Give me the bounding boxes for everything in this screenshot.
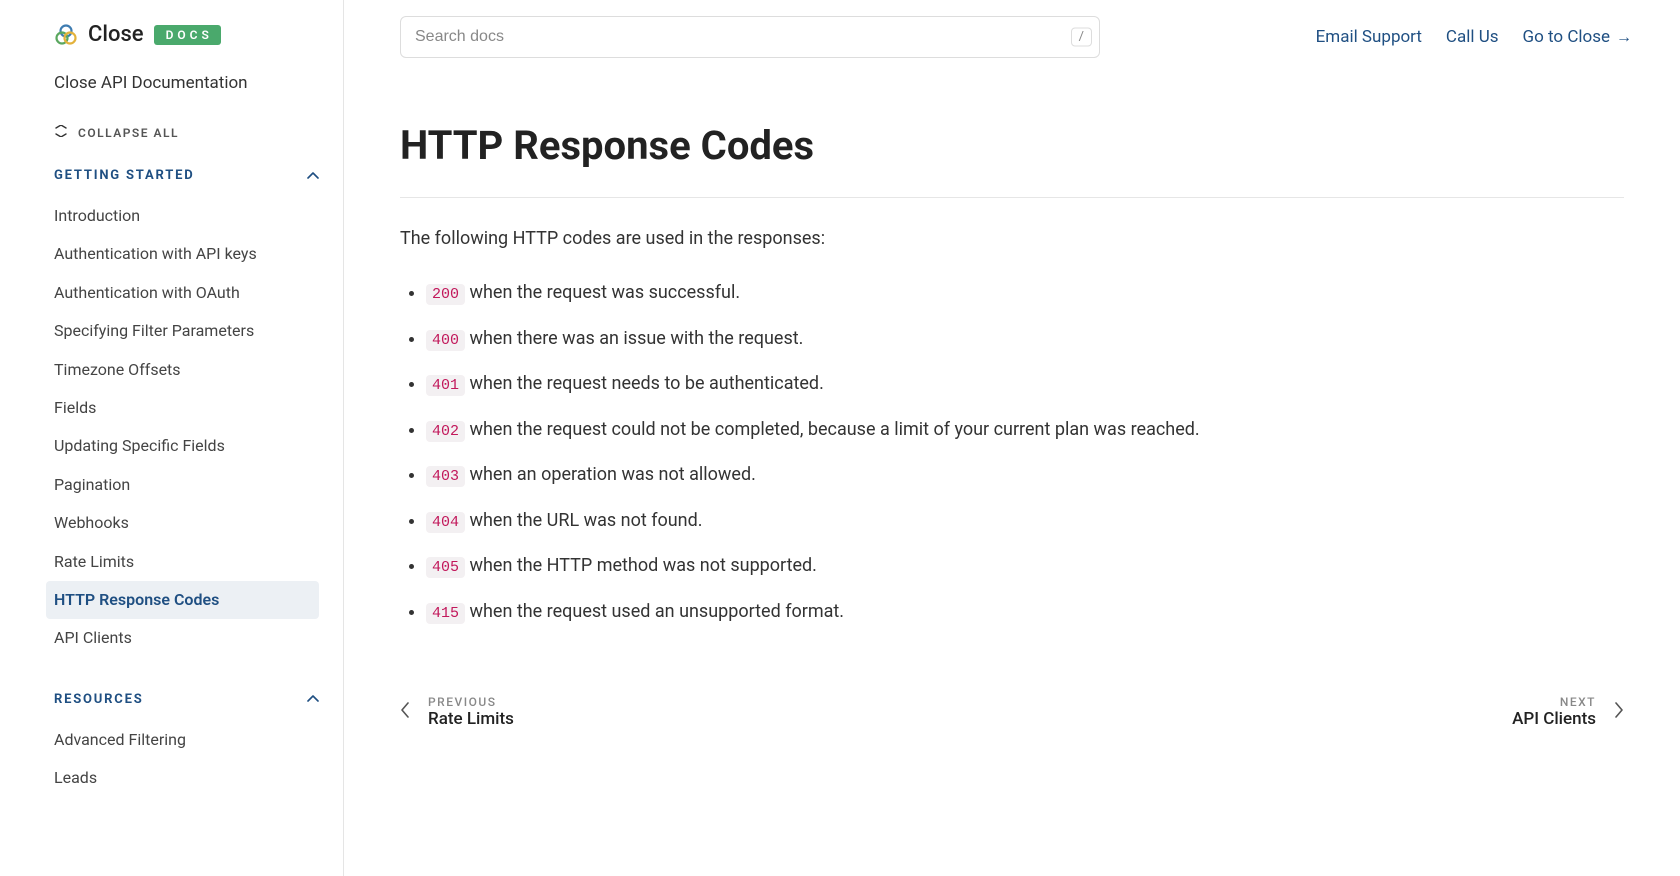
http-code: 200 — [426, 284, 465, 305]
http-code-desc: when the request could not be completed,… — [465, 419, 1200, 440]
http-code: 402 — [426, 421, 465, 442]
pager-prev[interactable]: PREVIOUS Rate Limits — [400, 695, 514, 729]
sidebar-item[interactable]: Updating Specific Fields — [46, 427, 319, 465]
code-list-item: 401 when the request needs to be authent… — [426, 370, 1624, 398]
http-code-desc: when the request used an unsupported for… — [465, 601, 844, 622]
page-title: HTTP Response Codes — [400, 122, 1624, 169]
chevron-up-icon — [307, 169, 319, 183]
sidebar-item[interactable]: Fields — [46, 389, 319, 427]
http-code-desc: when there was an issue with the request… — [465, 328, 803, 349]
call-us-label: Call Us — [1446, 27, 1499, 47]
pager: PREVIOUS Rate Limits NEXT API Clients — [400, 695, 1624, 729]
http-code: 404 — [426, 512, 465, 533]
http-code: 403 — [426, 466, 465, 487]
search-shortcut-key: / — [1071, 28, 1092, 47]
http-code: 401 — [426, 375, 465, 396]
docs-badge: DOCS — [154, 25, 221, 45]
code-list-item: 200 when the request was successful. — [426, 279, 1624, 307]
arrow-right-icon: → — [1616, 29, 1632, 45]
http-code-desc: when the URL was not found. — [465, 510, 703, 531]
sidebar-item[interactable]: Authentication with API keys — [46, 235, 319, 273]
nav-section: GETTING STARTED IntroductionAuthenticatio… — [54, 168, 319, 658]
code-list-item: 405 when the HTTP method was not support… — [426, 552, 1624, 580]
http-code-desc: when the request was successful. — [465, 282, 740, 303]
code-list-item: 415 when the request used an unsupported… — [426, 598, 1624, 626]
pager-prev-title: Rate Limits — [428, 709, 514, 729]
code-list: 200 when the request was successful. 400 … — [400, 279, 1624, 625]
http-code-desc: when the HTTP method was not supported. — [465, 555, 817, 576]
code-list-item: 404 when the URL was not found. — [426, 507, 1624, 535]
search-input[interactable] — [400, 16, 1100, 58]
code-list-item: 403 when an operation was not allowed. — [426, 461, 1624, 489]
call-us-link[interactable]: Call Us — [1446, 27, 1499, 47]
email-support-link[interactable]: Email Support — [1316, 27, 1422, 47]
brand-name: Close — [88, 22, 144, 47]
top-links: Email Support Call Us Go to Close → — [1316, 27, 1632, 47]
sidebar-item[interactable]: Specifying Filter Parameters — [46, 312, 319, 350]
sidebar-item[interactable]: Webhooks — [46, 504, 319, 542]
pager-next[interactable]: NEXT API Clients — [1512, 695, 1624, 729]
http-code: 400 — [426, 330, 465, 351]
nav-section-label: GETTING STARTED — [54, 168, 194, 183]
chevron-left-icon — [400, 702, 410, 723]
nav-section-head[interactable]: RESOURCES — [54, 692, 319, 707]
topbar: / Email Support Call Us Go to Close → — [344, 0, 1680, 74]
code-list-item: 402 when the request could not be comple… — [426, 416, 1624, 444]
pager-next-title: API Clients — [1512, 709, 1596, 729]
sidebar-item[interactable]: API Clients — [46, 619, 319, 657]
brand[interactable]: Close DOCS — [54, 22, 319, 47]
nav-section: RESOURCES Advanced FilteringLeads — [54, 692, 319, 798]
collapse-icon — [54, 125, 68, 140]
go-to-close-label: Go to Close — [1523, 27, 1610, 47]
pager-next-kicker: NEXT — [1512, 695, 1596, 709]
nav-items: Advanced FilteringLeads — [54, 721, 319, 798]
pager-prev-kicker: PREVIOUS — [428, 695, 514, 709]
divider — [400, 197, 1624, 198]
nav-section-label: RESOURCES — [54, 692, 144, 707]
http-code-desc: when the request needs to be authenticat… — [465, 373, 824, 394]
sidebar-item[interactable]: Introduction — [46, 197, 319, 235]
sidebar-item[interactable]: Advanced Filtering — [46, 721, 319, 759]
http-code-desc: when an operation was not allowed. — [465, 464, 756, 485]
nav-items: IntroductionAuthentication with API keys… — [54, 197, 319, 658]
search-wrap: / — [400, 16, 1100, 58]
page-intro: The following HTTP codes are used in the… — [400, 228, 1624, 249]
sidebar-nav: GETTING STARTED IntroductionAuthenticatio… — [54, 168, 319, 797]
sidebar-item[interactable]: Leads — [46, 759, 319, 797]
go-to-close-link[interactable]: Go to Close → — [1523, 27, 1632, 47]
main: / Email Support Call Us Go to Close → HT… — [344, 0, 1680, 876]
http-code: 415 — [426, 603, 465, 624]
http-code: 405 — [426, 557, 465, 578]
sidebar-item[interactable]: Authentication with OAuth — [46, 274, 319, 312]
sidebar-item[interactable]: Pagination — [46, 466, 319, 504]
chevron-up-icon — [307, 692, 319, 706]
sidebar-item[interactable]: Rate Limits — [46, 543, 319, 581]
collapse-all-label: COLLAPSE ALL — [78, 126, 179, 140]
email-support-label: Email Support — [1316, 27, 1422, 47]
sidebar-item[interactable]: HTTP Response Codes — [46, 581, 319, 619]
code-list-item: 400 when there was an issue with the req… — [426, 325, 1624, 353]
content: HTTP Response Codes The following HTTP c… — [344, 74, 1680, 769]
site-title[interactable]: Close API Documentation — [54, 73, 319, 93]
chevron-right-icon — [1614, 702, 1624, 723]
nav-section-head[interactable]: GETTING STARTED — [54, 168, 319, 183]
collapse-all-button[interactable]: COLLAPSE ALL — [54, 125, 319, 140]
sidebar: Close DOCS Close API Documentation COLLA… — [0, 0, 344, 876]
brand-logo-icon — [54, 23, 78, 47]
sidebar-item[interactable]: Timezone Offsets — [46, 351, 319, 389]
